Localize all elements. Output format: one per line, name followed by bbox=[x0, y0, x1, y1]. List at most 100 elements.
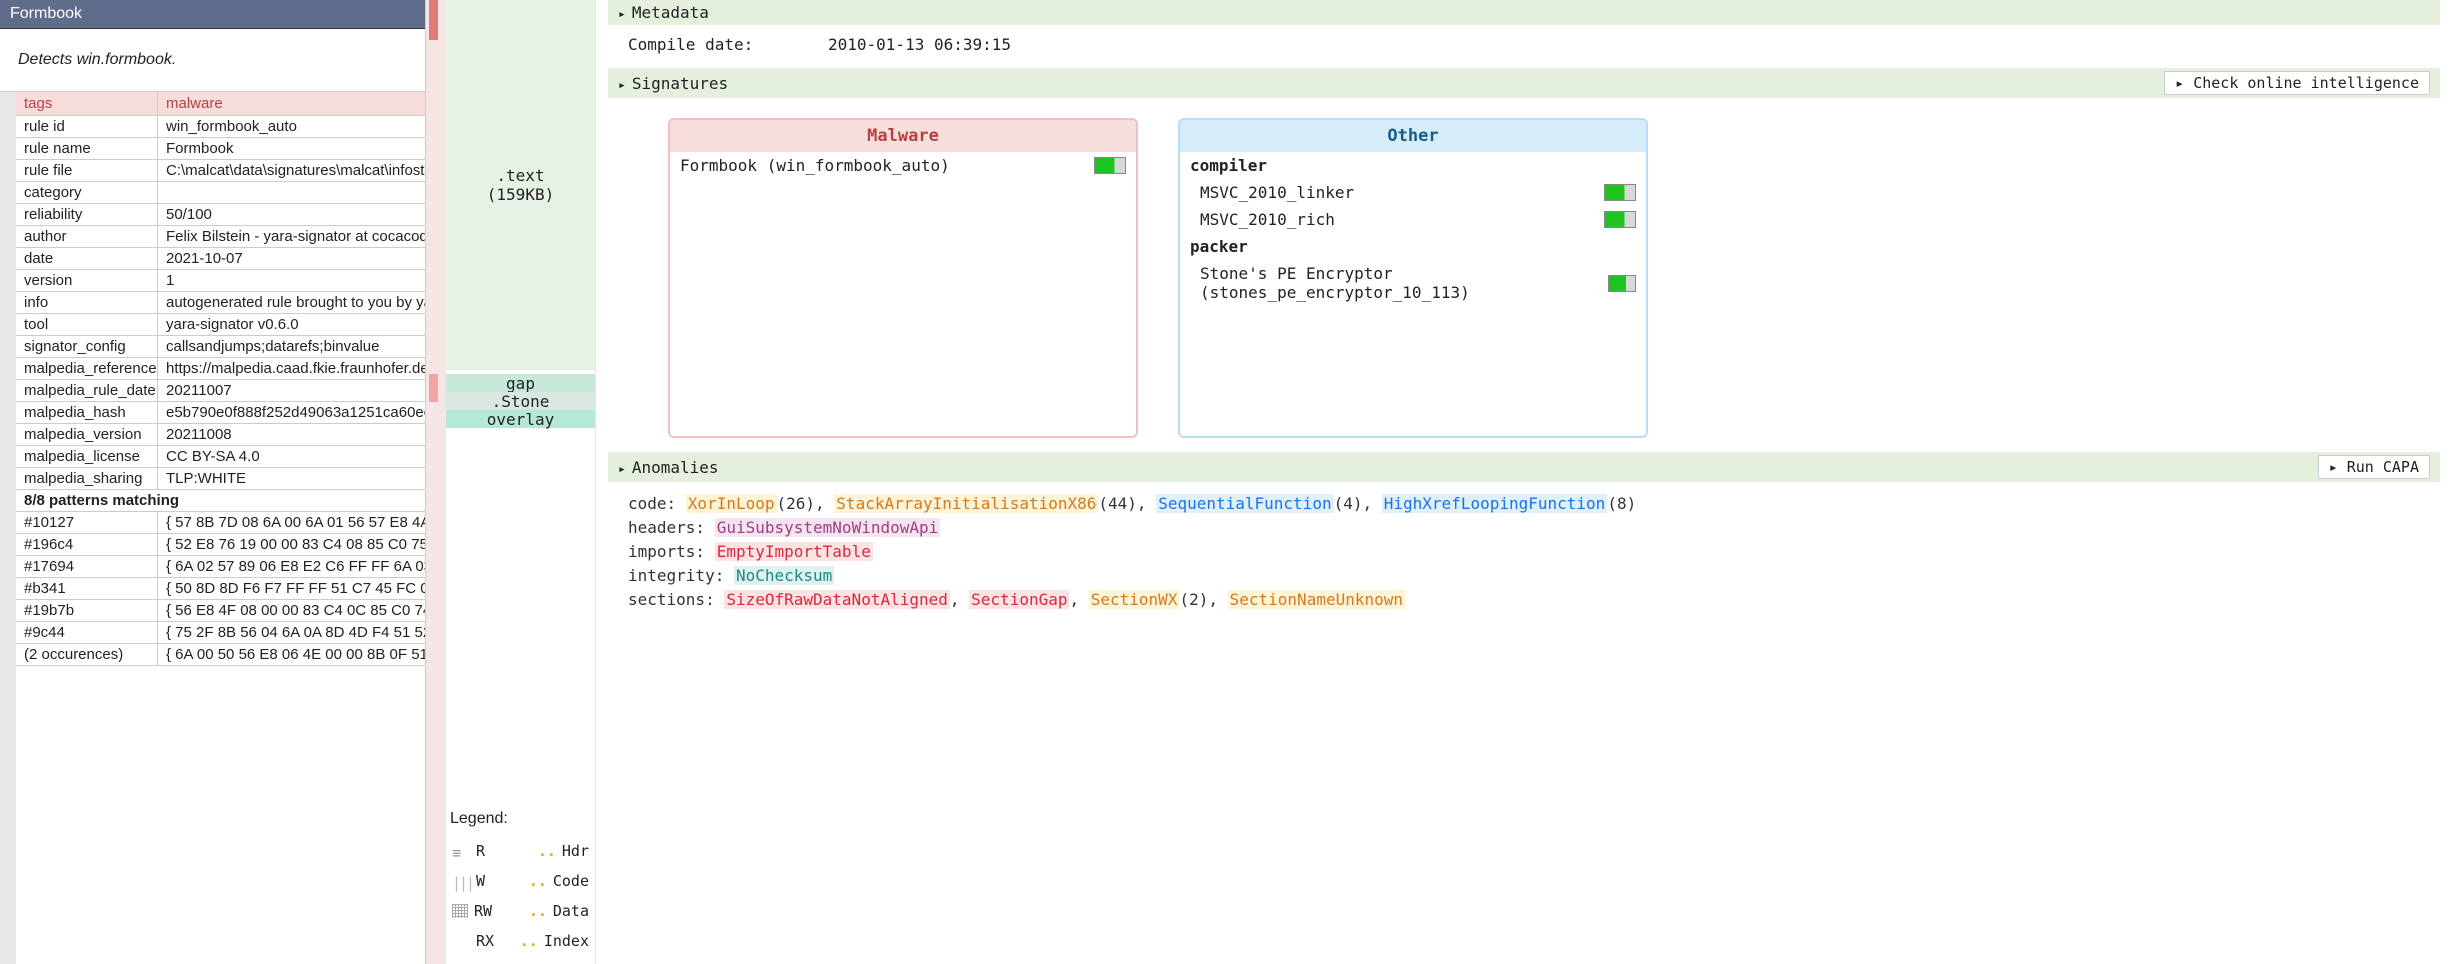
anomaly-tag[interactable]: SectionNameUnknown bbox=[1228, 590, 1405, 609]
property-row: rule fileC:\malcat\data\signatures\malca… bbox=[16, 160, 425, 182]
expand-icon bbox=[618, 458, 626, 477]
property-row: malpedia_hashe5b790e0f888f252d49063a1251… bbox=[16, 402, 425, 424]
property-row: malpedia_version20211008 bbox=[16, 424, 425, 446]
signatures-body: Malware Formbook (win_formbook_auto) Oth… bbox=[608, 102, 2440, 452]
section-map-panel: .text (159KB) gap .Stone overlay Legend:… bbox=[446, 0, 596, 964]
legend-row: RX..Index bbox=[450, 926, 591, 956]
legend-type: Code bbox=[553, 872, 589, 890]
signature-item[interactable]: MSVC_2010_rich bbox=[1180, 206, 1646, 233]
section-overlay[interactable]: overlay bbox=[446, 410, 595, 428]
property-row: reliability50/100 bbox=[16, 204, 425, 226]
property-key: tool bbox=[16, 314, 158, 335]
property-value: Felix Bilstein - yara-signator at cocaco… bbox=[158, 226, 425, 247]
pattern-bytes: { 56 E8 4F 08 00 00 83 C4 0C 85 C0 74 E bbox=[158, 600, 425, 621]
signature-name: Formbook (win_formbook_auto) bbox=[680, 156, 950, 175]
section-map-stripe bbox=[426, 0, 446, 964]
pattern-id: #b341 bbox=[16, 578, 158, 599]
property-value: TLP:WHITE bbox=[158, 468, 425, 489]
property-row: category bbox=[16, 182, 425, 204]
anomaly-tag[interactable]: SequentialFunction bbox=[1156, 494, 1333, 513]
malware-box-header: Malware bbox=[670, 120, 1136, 152]
legend-perm-icon bbox=[452, 904, 468, 918]
patterns-header[interactable]: 8/8 patterns matching bbox=[16, 490, 425, 512]
anomaly-line: headers: GuiSubsystemNoWindowApi bbox=[628, 516, 2420, 540]
pattern-row[interactable]: #19b7b{ 56 E8 4F 08 00 00 83 C4 0C 85 C0… bbox=[16, 600, 425, 622]
property-key: rule file bbox=[16, 160, 158, 181]
run-capa-button[interactable]: ▸ Run CAPA bbox=[2318, 455, 2430, 479]
property-value: 1 bbox=[158, 270, 425, 291]
signature-item[interactable]: Formbook (win_formbook_auto) bbox=[670, 152, 1136, 179]
property-value: https://malpedia.caad.fkie.fraunhofer.de… bbox=[158, 358, 425, 379]
signatures-section-header[interactable]: Signatures ▸ Check online intelligence bbox=[608, 68, 2440, 98]
anomaly-tag[interactable]: EmptyImportTable bbox=[715, 542, 873, 561]
legend-perm: R bbox=[476, 842, 485, 860]
pattern-row[interactable]: #17694{ 6A 02 57 89 06 E8 E2 C6 FF FF 6A… bbox=[16, 556, 425, 578]
legend-row: W..Code bbox=[450, 866, 591, 896]
signature-item[interactable]: MSVC_2010_linker bbox=[1180, 179, 1646, 206]
anomaly-tag[interactable]: XorInLoop bbox=[686, 494, 777, 513]
anomalies-body: code: XorInLoop(26), StackArrayInitialis… bbox=[608, 486, 2440, 626]
property-value: callsandjumps;datarefs;binvalue bbox=[158, 336, 425, 357]
pattern-row[interactable]: #10127{ 57 8B 7D 08 6A 00 6A 01 56 57 E8… bbox=[16, 512, 425, 534]
rule-properties-table: rule idwin_formbook_autorule nameFormboo… bbox=[16, 116, 425, 490]
property-key: signator_config bbox=[16, 336, 158, 357]
rule-detail-panel: Formbook Detects win.formbook. tags malw… bbox=[0, 0, 426, 964]
anomaly-tag[interactable]: HighXrefLoopingFunction bbox=[1382, 494, 1608, 513]
expand-icon bbox=[618, 3, 626, 22]
analysis-panel: Metadata Compile date: 2010-01-13 06:39:… bbox=[596, 0, 2452, 964]
anomaly-tag[interactable]: GuiSubsystemNoWindowApi bbox=[715, 518, 941, 537]
anomaly-tag[interactable]: StackArrayInitialisationX86 bbox=[834, 494, 1098, 513]
anomaly-tag[interactable]: SectionWX bbox=[1089, 590, 1180, 609]
legend-type-icon: .. bbox=[520, 932, 538, 950]
anomaly-tag[interactable]: NoChecksum bbox=[734, 566, 834, 585]
tags-value: malware bbox=[158, 92, 425, 115]
property-row: malpedia_rule_date20211007 bbox=[16, 380, 425, 402]
check-intel-button[interactable]: ▸ Check online intelligence bbox=[2164, 71, 2430, 95]
section-text[interactable]: .text (159KB) bbox=[446, 0, 595, 370]
malware-signatures-box: Malware Formbook (win_formbook_auto) bbox=[668, 118, 1138, 438]
signature-group: compiler bbox=[1180, 152, 1646, 179]
metadata-section-header[interactable]: Metadata bbox=[608, 0, 2440, 25]
property-row: date2021-10-07 bbox=[16, 248, 425, 270]
property-key: malpedia_license bbox=[16, 446, 158, 467]
property-key: malpedia_sharing bbox=[16, 468, 158, 489]
section-stone[interactable]: .Stone bbox=[446, 392, 595, 410]
property-key: rule name bbox=[16, 138, 158, 159]
legend-type: Data bbox=[553, 902, 589, 920]
property-value: Formbook bbox=[158, 138, 425, 159]
signature-score-bar bbox=[1094, 157, 1126, 174]
rule-description: Detects win.formbook. bbox=[0, 29, 425, 92]
section-name: .text bbox=[496, 166, 544, 185]
pattern-row[interactable]: #b341{ 50 8D 8D F6 F7 FF FF 51 C7 45 FC … bbox=[16, 578, 425, 600]
property-value: 2021-10-07 bbox=[158, 248, 425, 269]
property-value bbox=[158, 182, 425, 203]
pattern-id: #9c44 bbox=[16, 622, 158, 643]
anomaly-line: imports: EmptyImportTable bbox=[628, 540, 2420, 564]
signature-item[interactable]: Stone's PE Encryptor (stones_pe_encrypto… bbox=[1180, 260, 1646, 306]
patterns-table: #10127{ 57 8B 7D 08 6A 00 6A 01 56 57 E8… bbox=[16, 512, 425, 666]
property-value: win_formbook_auto bbox=[158, 116, 425, 137]
legend-perm-icon bbox=[452, 874, 470, 888]
property-value: autogenerated rule brought to you by yar… bbox=[158, 292, 425, 313]
pattern-bytes: { 50 8D 8D F6 F7 FF FF 51 C7 45 FC 00 bbox=[158, 578, 425, 599]
property-key: malpedia_reference bbox=[16, 358, 158, 379]
pattern-id: #17694 bbox=[16, 556, 158, 577]
other-signatures-box: Other compilerMSVC_2010_linkerMSVC_2010_… bbox=[1178, 118, 1648, 438]
pattern-id: #196c4 bbox=[16, 534, 158, 555]
property-value: 50/100 bbox=[158, 204, 425, 225]
legend-perm-icon bbox=[452, 934, 470, 948]
anomalies-section-header[interactable]: Anomalies ▸ Run CAPA bbox=[608, 452, 2440, 482]
section-gap[interactable]: gap bbox=[446, 374, 595, 392]
pattern-row[interactable]: (2 occurences){ 6A 00 50 56 E8 06 4E 00 … bbox=[16, 644, 425, 666]
property-value: 20211008 bbox=[158, 424, 425, 445]
anomaly-tag[interactable]: SizeOfRawDataNotAligned bbox=[724, 590, 950, 609]
property-key: author bbox=[16, 226, 158, 247]
pattern-bytes: { 6A 00 50 56 E8 06 4E 00 00 8B 0F 51 5 bbox=[158, 644, 425, 665]
pattern-bytes: { 57 8B 7D 08 6A 00 6A 01 56 57 E8 4A 9 bbox=[158, 512, 425, 533]
legend-type-icon: .. bbox=[529, 902, 547, 920]
pattern-row[interactable]: #196c4{ 52 E8 76 19 00 00 83 C4 08 85 C0… bbox=[16, 534, 425, 556]
anomaly-tag[interactable]: SectionGap bbox=[969, 590, 1069, 609]
pattern-row[interactable]: #9c44{ 75 2F 8B 56 04 6A 0A 8D 4D F4 51 … bbox=[16, 622, 425, 644]
signature-name: Stone's PE Encryptor (stones_pe_encrypto… bbox=[1200, 264, 1608, 302]
property-key: malpedia_rule_date bbox=[16, 380, 158, 401]
